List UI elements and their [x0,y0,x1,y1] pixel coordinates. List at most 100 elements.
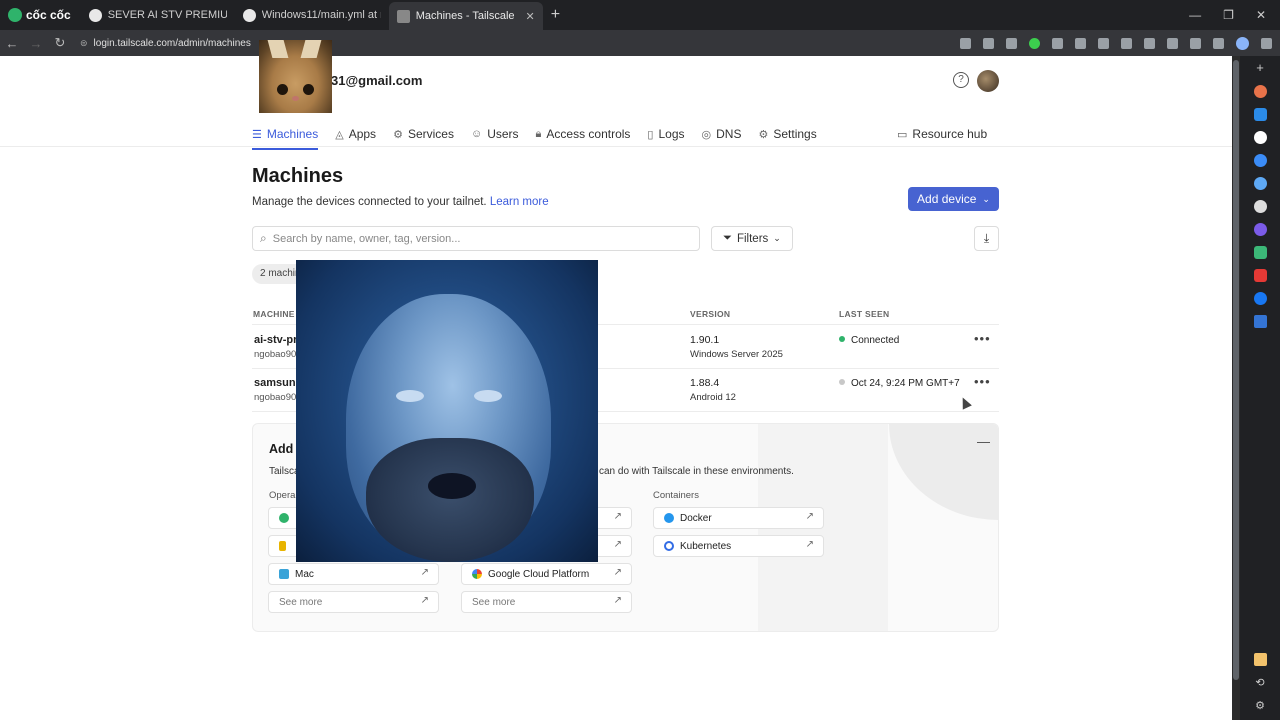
browser-tab-2[interactable]: Windows11/main.yml at main · p [235,0,389,30]
maximize-icon[interactable]: ❐ [1223,8,1234,22]
help-icon[interactable]: ? [953,72,969,88]
history-icon[interactable]: ⟲ [1255,676,1264,689]
profile-avatar-icon[interactable] [1236,36,1249,50]
nav-users[interactable]: ☺ Users [471,122,519,146]
back-icon[interactable]: ← [0,36,24,51]
sticker-decoration [292,96,299,101]
sidepanel-icon[interactable] [1213,37,1224,49]
close-window-icon[interactable]: ✕ [1256,8,1266,22]
sticker-decoration [277,84,288,95]
nav-label: Logs [658,127,685,141]
extension-icon[interactable] [960,37,971,49]
see-more-link[interactable]: See more ↗ [461,591,632,613]
close-tab-icon[interactable]: ✕ [525,10,534,23]
lock-icon: 🔒︎ [535,127,542,140]
platform-link-gcp[interactable]: Google Cloud Platform ↗ [461,563,632,585]
sidebar-app-icon[interactable] [1253,108,1267,121]
coccoc-logo-icon [8,8,22,22]
extension-icon[interactable] [1144,37,1155,49]
settings-icon[interactable]: ⚙ [1255,699,1265,712]
scrollbar-thumb[interactable] [1233,60,1239,680]
search-input[interactable] [272,232,673,245]
chevron-down-icon: ⌄ [773,233,781,243]
services-icon: ⚙ [393,128,403,141]
url-field[interactable]: ⊜ login.tailscale.com/admin/machines [80,38,251,49]
messenger-icon[interactable] [1253,154,1267,167]
chatgpt-icon[interactable] [1253,200,1267,213]
forward-icon[interactable]: → [24,36,48,51]
subtitle-text: Manage the devices connected to your tai… [252,196,487,208]
nav-services[interactable]: ⚙ Services [393,122,454,146]
add-icon[interactable]: + [1256,60,1264,75]
facebook-icon[interactable] [1253,292,1267,305]
machine-name[interactable]: ai-stv-pr [254,334,297,346]
site-info-icon[interactable]: ⊜ [80,38,88,49]
puzzle-icon[interactable] [1167,37,1178,49]
extension-icon[interactable] [1121,37,1132,49]
admin-nav: ☰ Machines ◬ Apps ⚙ Services ☺ Users 🔒︎ … [252,122,817,150]
extension-icon[interactable] [1029,37,1040,49]
nav-label: Services [407,127,454,141]
export-download-button[interactable]: ⤓ [974,226,999,251]
translate-icon[interactable] [983,37,994,49]
browser-tabbar: cốc cốc SEVER AI STV PREMIUM - Ng Window… [0,0,1280,30]
nav-machines[interactable]: ☰ Machines [252,122,319,150]
resource-hub-label: Resource hub [912,127,988,141]
row-menu-icon[interactable]: ••• [974,331,991,346]
status-dot-icon [839,336,845,342]
reload-icon[interactable]: ↻ [48,35,72,51]
collapse-icon[interactable]: — [977,434,990,449]
game-icon[interactable] [1253,246,1267,259]
sidebar-app-icon[interactable] [1253,131,1267,144]
shield-icon[interactable] [1052,37,1063,49]
nav-apps[interactable]: ◬ Apps [335,122,376,146]
minimize-icon[interactable]: — [1189,8,1201,22]
new-tab-button[interactable]: + [543,6,568,24]
platform-link-kubernetes[interactable]: Kubernetes ↗ [653,535,824,557]
resource-hub-link[interactable]: ▭ Resource hub [897,122,987,146]
sidebar-app-icon[interactable] [1253,223,1267,236]
sidebar-app-icon[interactable] [1253,177,1267,190]
user-avatar[interactable] [977,70,999,92]
column-header-last-seen[interactable]: LAST SEEN [839,309,889,319]
nav-access-controls[interactable]: 🔒︎ Access controls [536,122,631,146]
apps-icon: ◬ [335,128,344,141]
youtube-icon[interactable] [1253,269,1267,282]
photo-decoration [474,390,502,402]
group-label-os: Opera [269,490,296,501]
nav-settings[interactable]: ⚙ Settings [758,122,816,146]
download-icon[interactable] [1190,37,1201,49]
book-icon: ▭ [897,128,908,141]
browser-tab-1[interactable]: SEVER AI STV PREMIUM - Ng [81,0,235,30]
star-icon[interactable] [1006,37,1017,49]
row-menu-icon[interactable]: ••• [974,374,991,389]
platform-label: Google Cloud Platform [488,568,590,580]
learn-more-link[interactable]: Learn more [490,196,549,208]
search-box[interactable]: ⌕ [252,226,700,251]
nav-dns[interactable]: ◎ DNS [702,122,742,146]
sidebar-app-icon[interactable] [1253,653,1267,666]
sidebar-app-icon[interactable] [1253,85,1267,98]
browser-brand[interactable]: cốc cốc [0,0,81,30]
filters-button[interactable]: ⏷ Filters ⌄ [711,226,793,251]
extension-icon[interactable] [1098,37,1109,49]
external-link-icon: ↗ [805,511,814,522]
page-scrollbar[interactable] [1232,56,1240,720]
platform-link-mac[interactable]: Mac ↗ [268,563,439,585]
platform-label: Mac [295,568,314,580]
see-more-link[interactable]: See more ↗ [268,591,439,613]
column-header-machine[interactable]: MACHINE [253,309,295,319]
external-link-icon: ↗ [613,539,622,550]
add-device-button[interactable]: Add device ⌄ [908,187,999,211]
browser-tab-3[interactable]: Machines - Tailscale ✕ [388,2,543,30]
menu-icon[interactable] [1261,37,1272,49]
platform-link-docker[interactable]: Docker ↗ [653,507,824,529]
outlook-icon[interactable] [1253,315,1267,328]
column-header-version[interactable]: VERSION [690,309,730,319]
nav-label: Apps [348,127,377,141]
page-subtitle: Manage the devices connected to your tai… [252,196,549,208]
globe-icon: ◎ [701,128,712,141]
play-icon[interactable] [1075,37,1086,49]
account-email[interactable]: 31@gmail.com [331,73,422,88]
nav-logs[interactable]: ▯ Logs [647,122,684,146]
